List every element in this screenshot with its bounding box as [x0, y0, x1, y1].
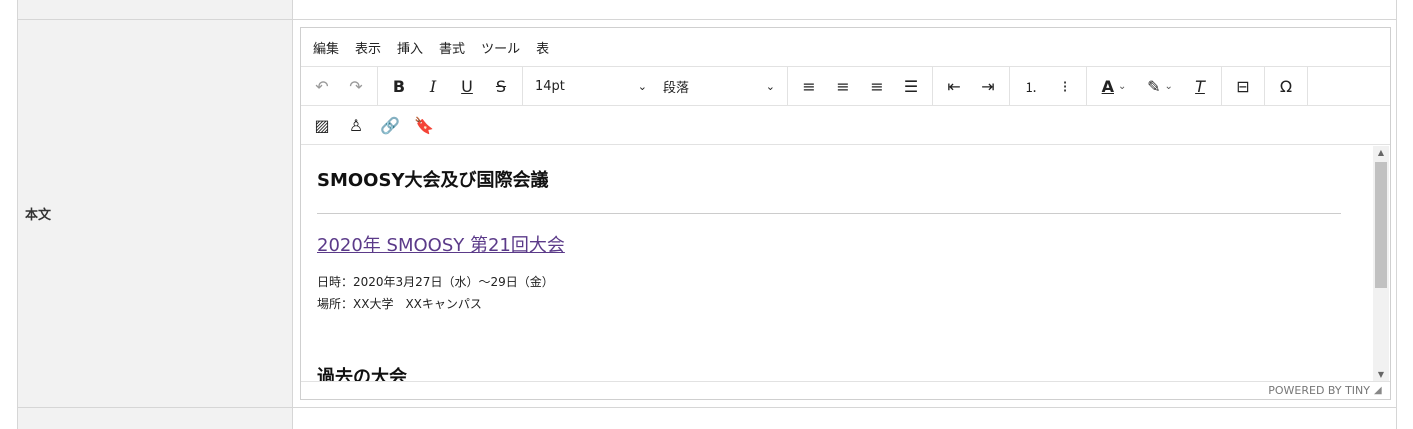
- indent-group: ⇤ ⇥: [933, 67, 1010, 105]
- bold-icon: B: [392, 76, 406, 96]
- bold-button[interactable]: B: [382, 71, 416, 101]
- clear-formatting-icon: T: [1195, 76, 1205, 96]
- font-size-group: 14pt ⌄ 段落 ⌄: [523, 67, 788, 105]
- content-scrollbar[interactable]: ▲ ▼: [1373, 146, 1389, 382]
- indent-icon: ⇥: [981, 76, 995, 96]
- stamp-button[interactable]: ♙: [339, 110, 373, 140]
- powered-by-link[interactable]: POWERED BY TINY: [1268, 384, 1370, 397]
- align-center-icon: ≡: [836, 76, 850, 96]
- content-heading: SMOOSY大会及び国際会議: [317, 170, 549, 191]
- align-right-icon: ≡: [870, 76, 884, 96]
- chevron-down-icon: ⌄: [1164, 80, 1173, 92]
- bullet-list-button[interactable]: ⁝: [1048, 71, 1082, 101]
- next-row-label-cell: [17, 408, 293, 429]
- font-size-select[interactable]: 14pt ⌄: [527, 71, 655, 101]
- align-left-button[interactable]: ≡: [792, 71, 826, 101]
- insert-link-button[interactable]: 🔗: [373, 110, 407, 140]
- menu-insert[interactable]: 挿入: [397, 38, 423, 57]
- italic-icon: I: [429, 76, 437, 96]
- align-right-button[interactable]: ≡: [860, 71, 894, 101]
- editor-document: SMOOSY大会及び国際会議 2020年 SMOOSY 第21回大会 日時：20…: [301, 166, 1357, 382]
- chevron-down-icon: ⌄: [1118, 80, 1127, 92]
- menu-table[interactable]: 表: [536, 38, 549, 57]
- content-heading-past: 過去の大会: [317, 367, 407, 382]
- highlighter-icon: ✎: [1147, 76, 1161, 96]
- chevron-down-icon: ⌄: [765, 79, 775, 93]
- redo-button[interactable]: ↷: [339, 71, 373, 101]
- clear-formatting-button[interactable]: T: [1183, 71, 1217, 101]
- content-divider: [317, 213, 1341, 214]
- text-style-group: B I U S: [378, 67, 523, 105]
- editor-content-area[interactable]: SMOOSY大会及び国際会議 2020年 SMOOSY 第21回大会 日時：20…: [301, 145, 1390, 382]
- page-break-icon: ⊟: [1236, 76, 1250, 96]
- undo-button[interactable]: ↶: [305, 71, 339, 101]
- editor-menubar: 編集 表示 挿入 書式 ツール 表: [301, 28, 1390, 67]
- history-group: ↶ ↷: [301, 67, 378, 105]
- scroll-thumb[interactable]: [1375, 162, 1387, 288]
- font-size-value: 14pt: [535, 78, 565, 94]
- numbered-list-icon: ⒈: [1024, 80, 1038, 96]
- redo-icon: ↷: [349, 76, 363, 96]
- bookmark-icon: 🔖: [414, 115, 434, 135]
- menu-format[interactable]: 書式: [439, 38, 465, 57]
- text-color-button[interactable]: A ⌄: [1091, 71, 1137, 101]
- align-left-icon: ≡: [802, 76, 816, 96]
- italic-button[interactable]: I: [416, 71, 450, 101]
- editor-statusbar: POWERED BY TINY ◢: [301, 381, 1390, 399]
- editor-toolbar: ↶ ↷ B I U S 14pt ⌄ 段落 ⌄ ≡ ≡ ≡ ☰ ⇤ ⇥ ⒈ ⁝ …: [301, 67, 1390, 106]
- align-center-button[interactable]: ≡: [826, 71, 860, 101]
- rich-text-editor: 編集 表示 挿入 書式 ツール 表 ↶ ↷ B I U S 14pt ⌄ 段落 …: [300, 27, 1391, 400]
- previous-row-label-cell: [17, 0, 293, 20]
- undo-icon: ↶: [315, 76, 329, 96]
- editor-toolbar-secondary: ▨ ♙ 🔗 🔖: [301, 106, 1390, 145]
- underline-icon: U: [461, 76, 473, 96]
- bullet-list-icon: ⁝: [1062, 76, 1068, 96]
- numbered-list-button[interactable]: ⒈: [1014, 71, 1048, 101]
- block-format-select[interactable]: 段落 ⌄: [655, 71, 783, 101]
- special-character-button[interactable]: Ω: [1269, 71, 1303, 101]
- field-label-body: 本文: [25, 208, 52, 223]
- outdent-button[interactable]: ⇤: [937, 71, 971, 101]
- highlight-color-button[interactable]: ✎ ⌄: [1137, 71, 1183, 101]
- insert-image-button[interactable]: ▨: [305, 110, 339, 140]
- scroll-down-arrow-icon[interactable]: ▼: [1373, 368, 1389, 382]
- text-color-icon: A: [1101, 76, 1114, 96]
- event-date: 日時：2020年3月27日（水）～29日（金）: [317, 275, 554, 289]
- event-link[interactable]: 2020年 SMOOSY 第21回大会: [317, 231, 1341, 257]
- event-info: 日時：2020年3月27日（水）～29日（金） 場所：XX大学 XXキャンパス: [317, 271, 1341, 315]
- link-icon: 🔗: [380, 115, 400, 135]
- strikethrough-icon: S: [495, 76, 507, 96]
- block-format-value: 段落: [663, 80, 690, 96]
- scroll-up-arrow-icon[interactable]: ▲: [1373, 146, 1389, 160]
- menu-view[interactable]: 表示: [355, 38, 381, 57]
- underline-button[interactable]: U: [450, 71, 484, 101]
- image-icon: ▨: [314, 115, 330, 135]
- stamp-icon: ♙: [348, 115, 364, 135]
- menu-tools[interactable]: ツール: [481, 38, 520, 57]
- resize-handle-icon[interactable]: ◢: [1374, 385, 1386, 397]
- outdent-icon: ⇤: [947, 76, 961, 96]
- anchor-button[interactable]: 🔖: [407, 110, 441, 140]
- next-row-value-cell: [293, 408, 1397, 429]
- indent-button[interactable]: ⇥: [971, 71, 1005, 101]
- chevron-down-icon: ⌄: [637, 79, 647, 93]
- charmap-group: Ω: [1265, 67, 1308, 105]
- field-label-cell: [17, 20, 293, 407]
- page-break-button[interactable]: ⊟: [1226, 71, 1260, 101]
- color-group: A ⌄ ✎ ⌄ T: [1087, 67, 1222, 105]
- align-justify-button[interactable]: ☰: [894, 71, 928, 101]
- menu-edit[interactable]: 編集: [313, 38, 339, 57]
- strikethrough-button[interactable]: S: [484, 71, 518, 101]
- align-justify-icon: ☰: [903, 76, 919, 96]
- list-group: ⒈ ⁝: [1010, 67, 1087, 105]
- event-place: 場所：XX大学 XXキャンパス: [317, 297, 482, 311]
- align-group: ≡ ≡ ≡ ☰: [788, 67, 933, 105]
- omega-icon: Ω: [1279, 76, 1293, 96]
- pagebreak-group: ⊟: [1222, 67, 1265, 105]
